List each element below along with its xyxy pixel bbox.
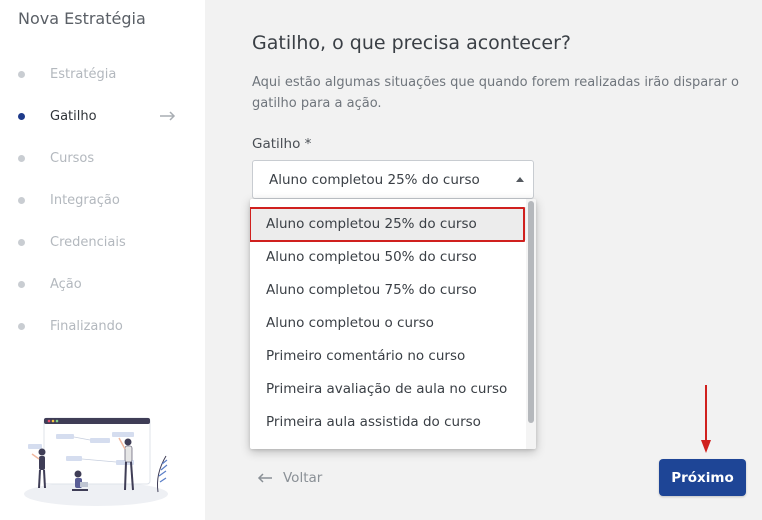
caret-up-icon[interactable] [516,177,524,182]
step-label: Finalizando [50,318,123,334]
back-button[interactable]: Voltar [257,466,322,490]
option-item[interactable]: Aluno completou 50% do curso [250,240,526,273]
step-estrategia[interactable]: Estratégia [0,53,205,95]
step-dot [18,70,25,78]
step-list: Estratégia Gatilho Cursos Integração Cre… [0,53,205,347]
team-illustration [24,417,168,506]
option-item[interactable]: Primeiro comentário no curso [250,339,526,372]
step-credenciais[interactable]: Credenciais [0,221,205,263]
step-dot [18,322,25,330]
next-button[interactable]: Próximo [659,459,746,496]
scrollbar-thumb[interactable] [528,201,534,423]
option-item[interactable]: Aluno completou 25% do curso [250,207,526,242]
back-label: Voltar [283,470,323,486]
page-title: Gatilho, o que precisa acontecer? [252,32,571,54]
step-label: Estratégia [50,66,117,82]
step-label: Integração [50,192,120,208]
option-item[interactable]: Primeira aula assistida do curso [250,405,526,438]
option-item[interactable]: Aluno completou o curso [250,306,526,339]
gatilho-field-label: Gatilho * [252,136,312,152]
main-panel: Gatilho, o que precisa acontecer? Aqui e… [205,0,762,520]
arrow-left-icon [257,473,272,483]
step-dot [18,154,25,162]
sidebar: Nova Estratégia Estratégia Gatilho Curso… [0,0,205,520]
annotation-arrow-icon [701,385,711,453]
dropdown-scrollbar[interactable] [526,199,536,449]
option-item[interactable]: Primeira avaliação de aula no curso [250,372,526,405]
step-finalizando[interactable]: Finalizando [0,305,205,347]
step-gatilho[interactable]: Gatilho [0,95,205,137]
step-dot [18,196,25,204]
option-item[interactable]: Aluno completou 75% do curso [250,273,526,306]
step-cursos[interactable]: Cursos [0,137,205,179]
step-integracao[interactable]: Integração [0,179,205,221]
step-acao[interactable]: Ação [0,263,205,305]
page-description: Aqui estão algumas situações que quando … [252,75,739,111]
step-label: Ação [50,276,82,292]
step-dot [18,112,25,120]
arrow-right-icon [160,111,176,121]
sidebar-title: Nova Estratégia [18,9,146,28]
step-dot [18,280,25,288]
gatilho-dropdown: Aluno completou 25% do curso Aluno compl… [250,199,536,449]
gatilho-select[interactable]: Aluno completou 25% do curso [252,160,534,199]
step-label: Cursos [50,150,95,166]
step-label: Gatilho [50,108,97,124]
step-dot [18,238,25,246]
select-value: Aluno completou 25% do curso [269,171,480,188]
step-label: Credenciais [50,234,126,250]
